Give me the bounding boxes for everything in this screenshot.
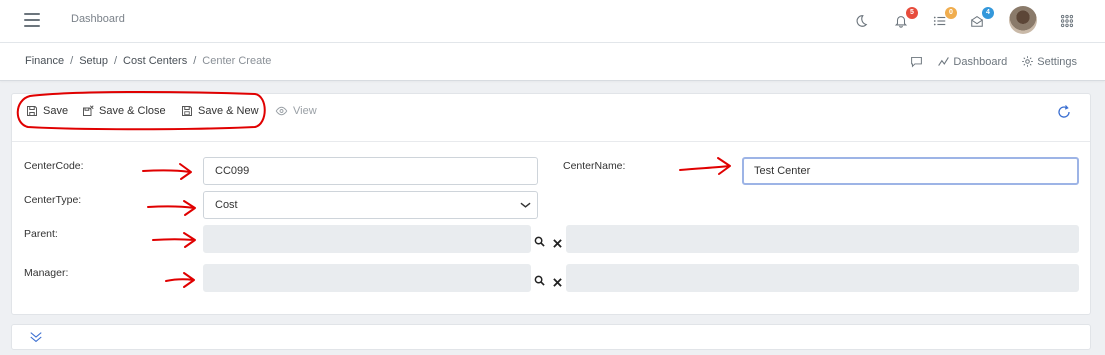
save-new-icon (182, 106, 192, 116)
manager-clear-icon[interactable] (553, 274, 562, 292)
breadcrumb-current: Center Create (202, 55, 272, 67)
gear-icon (1022, 56, 1034, 67)
parent-name-display (566, 225, 1079, 253)
save-new-button[interactable]: Save & New (181, 105, 259, 117)
save-button[interactable]: Save (26, 105, 68, 117)
comment-icon[interactable] (910, 55, 923, 68)
chart-line-icon (938, 57, 950, 66)
breadcrumb-actions: Dashboard Settings (910, 55, 1077, 68)
breadcrumb: Finance / Setup / Cost Centers / Center Create (25, 55, 271, 67)
parent-code-input[interactable] (203, 225, 531, 253)
collapsed-section (11, 324, 1091, 350)
double-chevron-down-icon[interactable] (29, 330, 43, 349)
breadcrumb-cost-centers[interactable]: Cost Centers (123, 55, 187, 67)
bell-icon[interactable]: 5 (890, 7, 918, 32)
dashboard-link[interactable]: Dashboard (937, 55, 1007, 68)
breadcrumb-separator: / (113, 55, 118, 67)
breadcrumb-separator: / (193, 55, 197, 67)
parent-label: Parent: (24, 228, 58, 240)
breadcrumb-bar: Finance / Setup / Cost Centers / Center Create… (0, 43, 1105, 81)
tasks-icon[interactable]: 0 (929, 7, 957, 32)
center-type-select[interactable]: Cost (203, 191, 538, 219)
menu-icon[interactable] (24, 13, 40, 27)
center-type-label: CenterType: (24, 194, 82, 206)
save-close-button-label: Save & Close (99, 105, 166, 117)
breadcrumb-finance[interactable]: Finance (25, 55, 64, 67)
manager-search-icon[interactable] (534, 273, 545, 291)
form-toolbar: Save Save & Close Save & New View (12, 94, 1090, 142)
chevron-down-icon (520, 202, 531, 208)
manager-code-input[interactable] (203, 264, 531, 292)
top-navbar: Dashboard 5 0 4 (0, 0, 1105, 43)
save-icon (27, 106, 37, 116)
breadcrumb-setup[interactable]: Setup (79, 55, 108, 67)
mail-icon[interactable]: 4 (966, 7, 994, 32)
save-button-label: Save (43, 105, 69, 117)
refresh-icon[interactable] (1056, 104, 1072, 125)
view-button-label: View (293, 105, 317, 117)
avatar[interactable] (1009, 6, 1037, 34)
parent-search-icon[interactable] (534, 234, 545, 252)
moon-icon[interactable] (850, 10, 872, 32)
save-new-button-label: Save & New (198, 105, 259, 117)
breadcrumb-separator: / (70, 55, 74, 67)
center-name-label: CenterName: (563, 160, 626, 172)
parent-clear-icon[interactable] (553, 235, 562, 253)
page-title: Dashboard (71, 13, 125, 25)
eye-icon (275, 106, 288, 116)
center-name-input[interactable]: Test Center (742, 157, 1079, 185)
center-code-label: CenterCode: (24, 160, 84, 172)
form-card: Save Save & Close Save & New View Center… (11, 93, 1091, 315)
view-button[interactable]: View (275, 105, 317, 117)
notifications-badge: 5 (906, 7, 918, 19)
center-code-input[interactable]: CC099 (203, 157, 538, 185)
messages-badge: 4 (982, 7, 994, 19)
save-close-icon (83, 105, 94, 116)
save-close-button[interactable]: Save & Close (82, 105, 166, 117)
tasks-badge: 0 (945, 7, 957, 19)
apps-grid-icon[interactable] (1056, 10, 1078, 32)
manager-label: Manager: (24, 267, 69, 279)
manager-name-display (566, 264, 1079, 292)
settings-link-label: Settings (1037, 55, 1077, 68)
dashboard-link-label: Dashboard (953, 55, 1008, 68)
settings-link[interactable]: Settings (1021, 55, 1077, 68)
center-type-selected: Cost (215, 199, 238, 211)
